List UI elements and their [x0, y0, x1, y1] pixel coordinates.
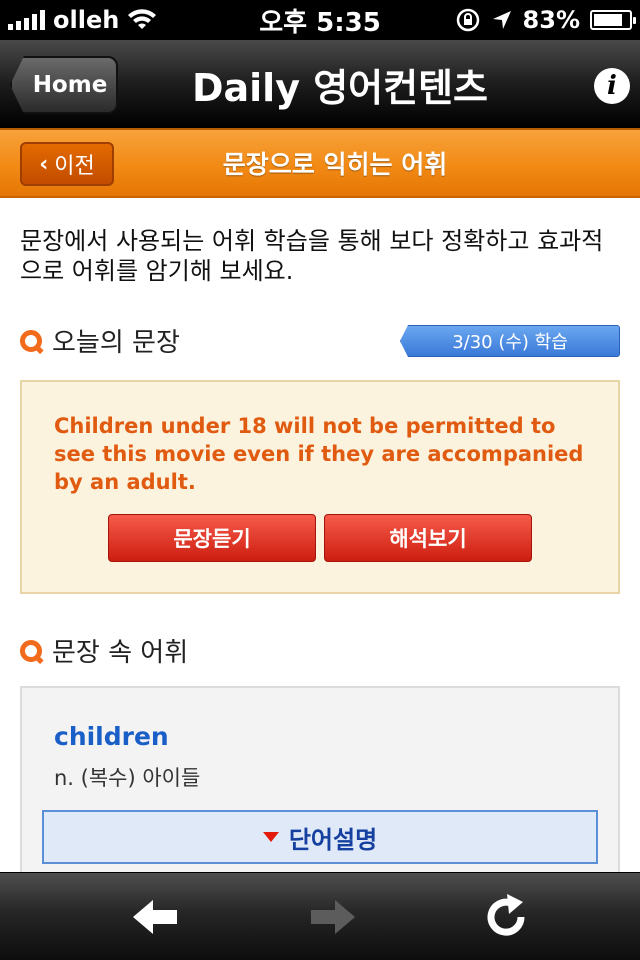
info-icon[interactable]: i	[594, 68, 630, 104]
today-sentence-heading-text: 오늘의 문장	[52, 328, 180, 358]
sentence-card: Children under 18 will not be permitted …	[20, 380, 620, 594]
word-explanation-button[interactable]: 단어설명	[42, 810, 598, 864]
battery-level	[594, 14, 623, 26]
today-sentence-heading: 오늘의 문장	[20, 322, 180, 359]
forward-arrow-icon	[302, 891, 362, 943]
location-arrow-icon	[492, 11, 511, 29]
browser-toolbar	[0, 872, 640, 960]
date-badge: 3/30 (수) 학습	[400, 325, 620, 357]
battery-icon	[590, 10, 636, 30]
navigation-bar: Home Daily 영어컨텐츠 i	[0, 40, 640, 128]
battery-percent: 83%	[522, 6, 580, 34]
bullet-search-icon	[20, 329, 42, 352]
intro-text: 문장에서 사용되는 어휘 학습을 통해 보다 정확하고 효과적으로 어휘를 암기…	[20, 227, 604, 285]
sentence-text: Children under 18 will not be permitted …	[54, 414, 584, 494]
rotation-lock-icon	[456, 8, 479, 32]
vocab-heading: 문장 속 어휘	[20, 632, 188, 669]
vocab-word: children	[54, 722, 169, 751]
bullet-search-icon	[20, 639, 42, 662]
vocab-heading-text: 문장 속 어휘	[52, 638, 189, 668]
listen-sentence-button[interactable]: 문장듣기	[108, 514, 316, 562]
view-translation-button[interactable]: 해석보기	[324, 514, 532, 562]
vocab-definition: n. (복수) 아이들	[54, 766, 201, 790]
prev-button-label: 이전	[54, 154, 95, 179]
back-arrow-icon[interactable]	[126, 891, 186, 943]
status-bar: olleh 오후 5:35 83%	[0, 0, 640, 40]
section-header: ‹ 이전 문장으로 익히는 어휘	[0, 128, 640, 198]
vocab-card: children n. (복수) 아이들 단어설명	[20, 686, 620, 886]
section-title: 문장으로 익히는 어휘	[222, 150, 448, 179]
home-button[interactable]: Home	[10, 56, 118, 114]
word-explanation-label: 단어설명	[288, 825, 378, 854]
status-right: 83%	[455, 0, 636, 40]
nav-title: Daily 영어컨텐츠	[191, 65, 489, 110]
chevron-left-icon: ‹	[39, 151, 49, 177]
triangle-down-icon	[262, 832, 279, 842]
prev-button[interactable]: ‹ 이전	[20, 142, 114, 186]
reload-icon[interactable]	[476, 891, 536, 943]
